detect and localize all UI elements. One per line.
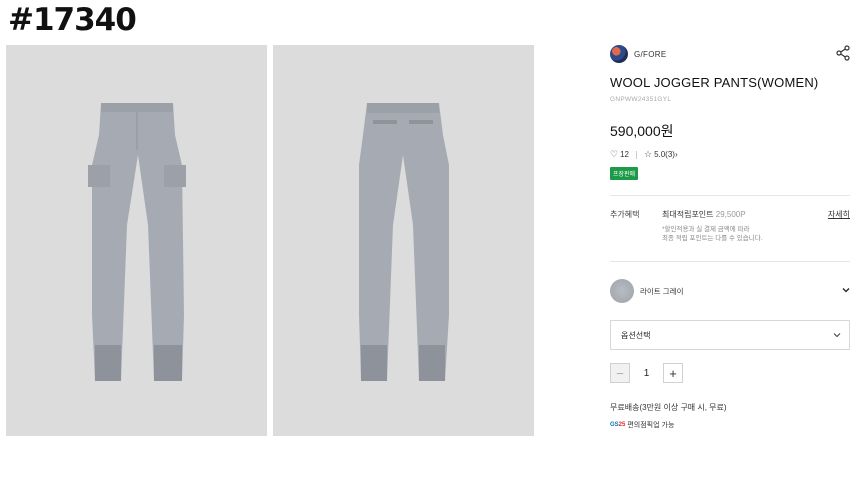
gs25-logo: GS25 xyxy=(610,422,625,428)
benefit-label: 추가혜택 xyxy=(610,210,640,219)
benefit-more-link[interactable]: 자세히 xyxy=(828,209,850,220)
chevron-down-icon xyxy=(833,333,841,338)
product-code: GNPWW24351GYL xyxy=(610,96,672,103)
brand-name[interactable]: G/FORE xyxy=(634,50,666,59)
heart-icon[interactable]: ♡ xyxy=(610,149,618,160)
chevron-right-icon[interactable]: › xyxy=(675,150,678,159)
share-icon[interactable] xyxy=(836,45,850,61)
points-label: 최대적립포인트 xyxy=(662,210,714,219)
color-swatch[interactable] xyxy=(610,279,634,303)
watermark-id: #17340 xyxy=(8,2,137,38)
points-info: 최대적립포인트 29,500P xyxy=(662,209,746,220)
pickup-text: 편의점픽업 가능 xyxy=(627,422,675,429)
meta-divider xyxy=(635,150,637,159)
pants-back-image xyxy=(359,103,449,381)
color-name: 라이트 그레이 xyxy=(640,286,684,296)
brand-logo[interactable] xyxy=(610,45,628,63)
gs25-logo-text: GS xyxy=(610,422,619,428)
product-price: 590,000원 xyxy=(610,123,674,139)
points-note: *할인적용과 실 결제 금액에 따라 최종 적립 포인트는 다를 수 있습니다. xyxy=(662,225,842,243)
like-count[interactable]: 12 xyxy=(620,150,629,159)
section-divider xyxy=(610,195,850,196)
store-only-badge: 프장판매 xyxy=(610,167,639,180)
product-title: WOOL JOGGER PANTS(WOMEN) xyxy=(610,75,819,90)
brand-row[interactable]: G/FORE xyxy=(610,45,850,63)
pants-front-image xyxy=(88,103,186,381)
product-photo-front[interactable] xyxy=(6,45,267,436)
rating-link[interactable]: 5.0(3) xyxy=(654,150,675,159)
gs25-logo-number: 25 xyxy=(618,422,626,428)
product-gallery xyxy=(6,45,534,436)
option-select[interactable]: 옵션선택 xyxy=(610,320,850,350)
quantity-stepper: − 1 + xyxy=(610,363,683,383)
chevron-down-icon[interactable] xyxy=(842,286,850,294)
points-value: 29,500P xyxy=(715,210,746,219)
quantity-plus-button[interactable]: + xyxy=(663,363,683,383)
product-photo-back[interactable] xyxy=(273,45,534,436)
pickup-info: GS25 편의점픽업 가능 xyxy=(610,420,674,430)
section-divider xyxy=(610,261,850,262)
option-select-label: 옵션선택 xyxy=(621,330,651,340)
product-meta: ♡ 12 ☆ 5.0(3) › xyxy=(610,149,850,160)
points-note-line: 최종 적립 포인트는 다를 수 있습니다. xyxy=(662,235,763,242)
quantity-minus-button[interactable]: − xyxy=(610,363,630,383)
shipping-info: 무료배송(3만원 이상 구매 시, 무료) xyxy=(610,403,727,412)
points-note-line: *할인적용과 실 결제 금액에 따라 xyxy=(662,226,750,233)
quantity-value[interactable]: 1 xyxy=(630,368,663,379)
product-info-panel: G/FORE WOOL JOGGER PANTS(WOMEN) GNPWW243… xyxy=(610,45,850,429)
color-selector[interactable]: 라이트 그레이 xyxy=(610,279,850,303)
star-icon: ☆ xyxy=(643,149,653,159)
